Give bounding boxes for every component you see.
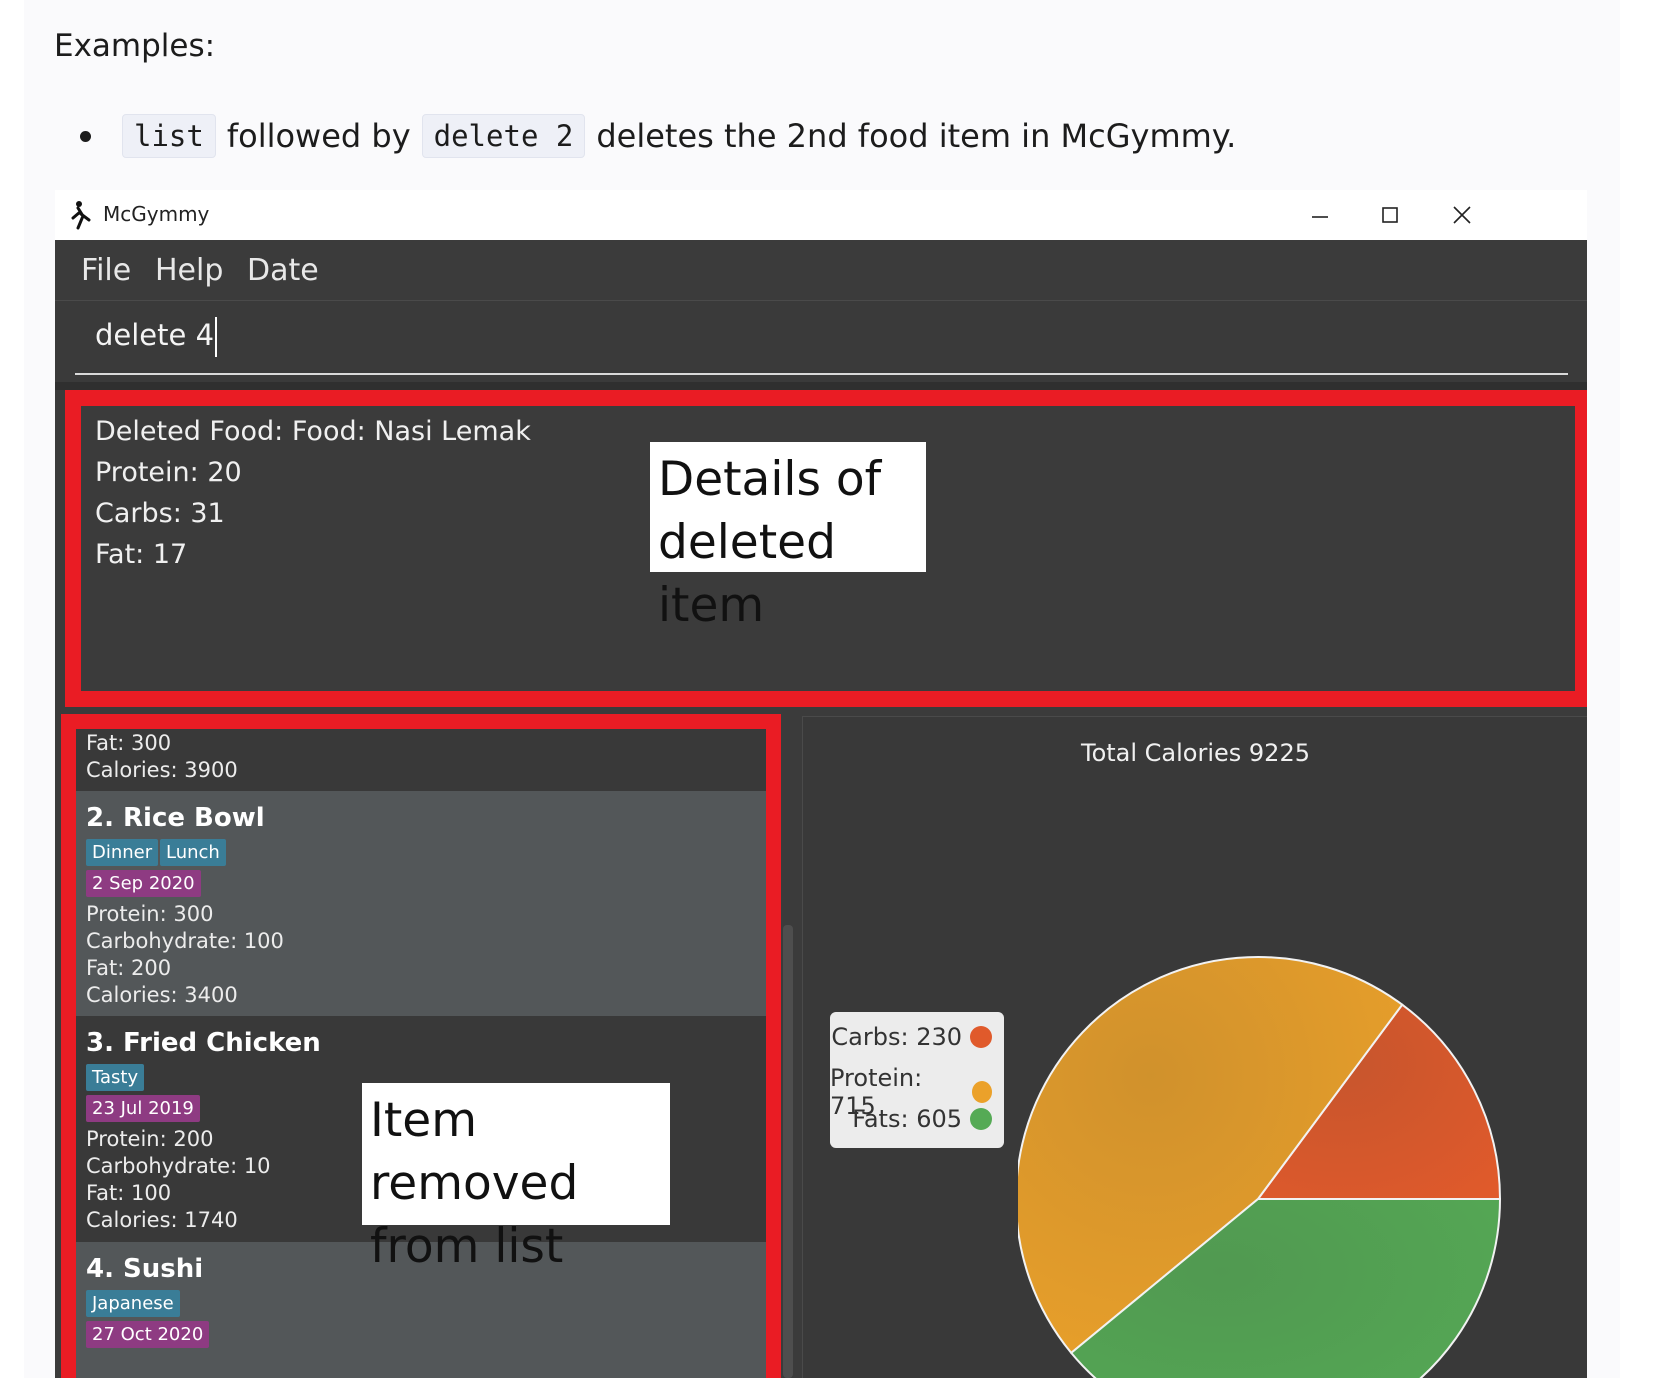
tag: Tasty (86, 1064, 145, 1091)
item-calories: Calories: 1740 (86, 1208, 238, 1232)
tag: Lunch (160, 839, 226, 866)
command-box[interactable]: delete 4 (55, 300, 1587, 383)
date-tag: 27 Oct 2020 (86, 1321, 210, 1348)
item-title: 4. Sushi (86, 1254, 204, 1284)
item-carbs: Carbohydrate: 100 (86, 929, 284, 953)
result-line: Fat: 17 (95, 539, 188, 570)
maximize-icon (1382, 207, 1398, 223)
tag: Dinner (86, 839, 159, 866)
close-icon (1453, 206, 1471, 224)
callout-details: Details of deleted item (650, 442, 926, 633)
menu-date[interactable]: Date (247, 253, 319, 288)
result-line: Deleted Food: Food: Nasi Lemak (95, 416, 531, 447)
legend-item-fats: Fats: 605 (852, 1105, 992, 1133)
item-protein: Protein: 200 (86, 1127, 214, 1151)
item-calories: Calories: 3900 (86, 758, 238, 782)
window-title: McGymmy (103, 202, 210, 226)
command-input[interactable]: delete 4 (95, 317, 218, 357)
date-tag: 2 Sep 2020 (86, 870, 201, 897)
scrollbar-thumb[interactable] (783, 925, 793, 1378)
code-delete: delete 2 (421, 114, 586, 158)
maximize-button[interactable] (1355, 190, 1425, 240)
code-list: list (122, 114, 216, 158)
close-button[interactable] (1427, 190, 1497, 240)
date-tag: 23 Jul 2019 (86, 1095, 200, 1122)
chart-title: Total Calories 9225 (1080, 739, 1310, 767)
divider (55, 382, 1587, 390)
app-window: McGymmy File Help Date delete 4 Deleted … (55, 190, 1587, 1378)
app-icon (71, 201, 91, 230)
pie-chart (1018, 956, 1502, 1378)
callout-details-line: deleted item (658, 515, 836, 633)
example-bullet: list followed by delete 2 deletes the 2n… (80, 112, 1236, 160)
tag: Japanese (86, 1290, 180, 1317)
chart-legend: Carbs: 230 Protein: 715 Fats: 605 (830, 1012, 1004, 1148)
callout-removed-line: Item removed (370, 1093, 579, 1211)
legend-dot (970, 1026, 992, 1048)
bullet-dot (80, 130, 91, 142)
item-calories: Calories: 3400 (86, 983, 238, 1007)
list-item[interactable]: Fat: 300 Calories: 3900 (76, 729, 766, 791)
title-bar: McGymmy (55, 190, 1587, 240)
legend-dot (970, 1108, 992, 1130)
command-underline (75, 373, 1568, 375)
item-title: 2. Rice Bowl (86, 803, 265, 833)
item-fat: Fat: 300 (86, 731, 172, 755)
result-line: Protein: 20 (95, 457, 242, 488)
bullet-text-1: followed by (226, 117, 411, 155)
legend-item-carbs: Carbs: 230 (831, 1023, 992, 1051)
item-fat: Fat: 200 (86, 956, 172, 980)
menu-bar: File Help Date (55, 240, 1587, 300)
menu-file[interactable]: File (81, 253, 131, 288)
callout-removed-line: from list (370, 1219, 564, 1274)
menu-help[interactable]: Help (155, 253, 223, 288)
callout-details-line: Details of (658, 452, 882, 507)
callout-removed: Item removed from list (362, 1083, 670, 1274)
list-item[interactable]: 2. Rice Bowl Dinner Lunch 2 Sep 2020 Pro… (76, 791, 766, 1016)
bullet-text-2: deletes the 2nd food item in McGymmy. (596, 117, 1237, 155)
macro-chart-panel: Total Calories 9225 Carbs: 230 Protein: … (802, 716, 1587, 1378)
examples-heading: Examples: (54, 28, 216, 64)
result-line: Carbs: 31 (95, 498, 225, 529)
minimize-button[interactable] (1285, 190, 1355, 240)
item-carbs: Carbohydrate: 10 (86, 1154, 271, 1178)
legend-dot (971, 1081, 992, 1103)
item-fat: Fat: 100 (86, 1181, 172, 1205)
item-protein: Protein: 300 (86, 902, 214, 926)
minimize-icon (1312, 216, 1328, 218)
item-title: 3. Fried Chicken (86, 1028, 321, 1058)
food-list-highlight: Fat: 300 Calories: 3900 2. Rice Bowl Din… (61, 714, 781, 1378)
text-caret (215, 317, 218, 357)
food-list[interactable]: Fat: 300 Calories: 3900 2. Rice Bowl Din… (76, 729, 766, 1378)
